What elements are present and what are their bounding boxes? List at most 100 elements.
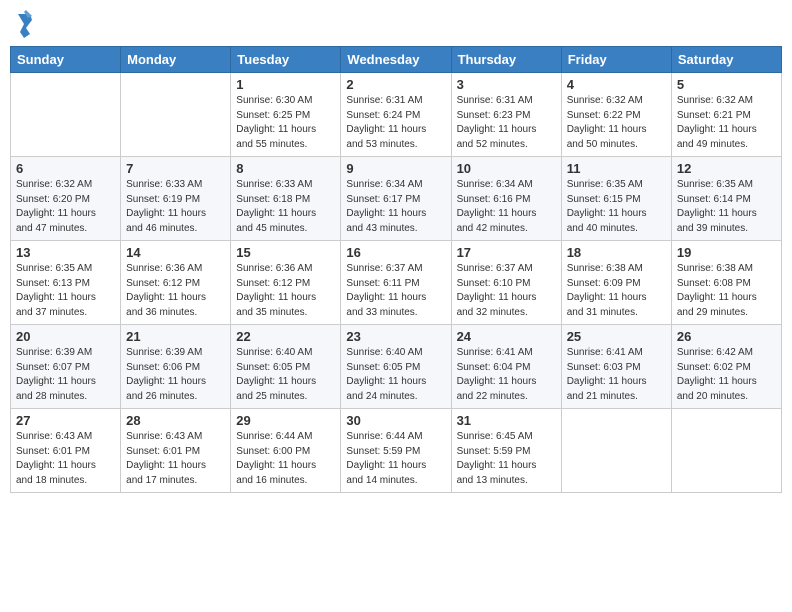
day-info: Sunrise: 6:33 AM Sunset: 6:18 PM Dayligh…: [236, 178, 335, 236]
day-info: Sunrise: 6:36 AM Sunset: 6:12 PM Dayligh…: [236, 262, 335, 320]
day-header-sunday: Sunday: [11, 47, 121, 73]
day-header-monday: Monday: [121, 47, 231, 73]
day-number: 26: [677, 329, 776, 344]
calendar-cell: 25 Sunrise: 6:41 AM Sunset: 6:03 PM Dayli…: [561, 325, 671, 409]
day-number: 24: [457, 329, 556, 344]
calendar-week-3: 13 Sunrise: 6:35 AM Sunset: 6:13 PM Dayli…: [11, 241, 782, 325]
day-number: 14: [126, 245, 225, 260]
day-info: Sunrise: 6:43 AM Sunset: 6:01 PM Dayligh…: [16, 430, 115, 488]
day-info: Sunrise: 6:37 AM Sunset: 6:11 PM Dayligh…: [346, 262, 445, 320]
calendar-header-row: SundayMondayTuesdayWednesdayThursdayFrid…: [11, 47, 782, 73]
calendar-cell: 23 Sunrise: 6:40 AM Sunset: 6:05 PM Dayli…: [341, 325, 451, 409]
day-info: Sunrise: 6:30 AM Sunset: 6:25 PM Dayligh…: [236, 94, 335, 152]
calendar-cell: 29Sunrise: 6:44 AM Sunset: 6:00 PM Dayli…: [231, 409, 341, 493]
day-info: Sunrise: 6:41 AM Sunset: 6:04 PM Dayligh…: [457, 346, 556, 404]
day-header-friday: Friday: [561, 47, 671, 73]
day-info: Sunrise: 6:39 AM Sunset: 6:06 PM Dayligh…: [126, 346, 225, 404]
day-number: 3: [457, 77, 556, 92]
day-info: Sunrise: 6:35 AM Sunset: 6:14 PM Dayligh…: [677, 178, 776, 236]
day-number: 21: [126, 329, 225, 344]
calendar-cell: 16 Sunrise: 6:37 AM Sunset: 6:11 PM Dayli…: [341, 241, 451, 325]
logo-icon: [16, 10, 34, 38]
day-number: 16: [346, 245, 445, 260]
calendar-week-4: 20 Sunrise: 6:39 AM Sunset: 6:07 PM Dayli…: [11, 325, 782, 409]
day-number: 6: [16, 161, 115, 176]
page-header: [10, 10, 782, 38]
calendar-cell: [561, 409, 671, 493]
day-info: Sunrise: 6:32 AM Sunset: 6:21 PM Dayligh…: [677, 94, 776, 152]
day-number: 5: [677, 77, 776, 92]
day-info: Sunrise: 6:44 AM Sunset: 5:59 PM Dayligh…: [346, 430, 445, 488]
day-info: Sunrise: 6:42 AM Sunset: 6:02 PM Dayligh…: [677, 346, 776, 404]
calendar-cell: 27 Sunrise: 6:43 AM Sunset: 6:01 PM Dayli…: [11, 409, 121, 493]
calendar-cell: 22 Sunrise: 6:40 AM Sunset: 6:05 PM Dayli…: [231, 325, 341, 409]
day-info: Sunrise: 6:40 AM Sunset: 6:05 PM Dayligh…: [236, 346, 335, 404]
calendar-cell: [121, 73, 231, 157]
day-number: 29: [236, 413, 335, 428]
calendar-cell: 5 Sunrise: 6:32 AM Sunset: 6:21 PM Daylig…: [671, 73, 781, 157]
calendar-cell: 14 Sunrise: 6:36 AM Sunset: 6:12 PM Dayli…: [121, 241, 231, 325]
day-number: 9: [346, 161, 445, 176]
calendar-cell: 17 Sunrise: 6:37 AM Sunset: 6:10 PM Dayli…: [451, 241, 561, 325]
calendar-week-1: 1 Sunrise: 6:30 AM Sunset: 6:25 PM Daylig…: [11, 73, 782, 157]
day-info: Sunrise: 6:35 AM Sunset: 6:13 PM Dayligh…: [16, 262, 115, 320]
day-info: Sunrise: 6:38 AM Sunset: 6:08 PM Dayligh…: [677, 262, 776, 320]
day-info: Sunrise: 6:41 AM Sunset: 6:03 PM Dayligh…: [567, 346, 666, 404]
calendar-cell: 12 Sunrise: 6:35 AM Sunset: 6:14 PM Dayli…: [671, 157, 781, 241]
calendar-cell: 3 Sunrise: 6:31 AM Sunset: 6:23 PM Daylig…: [451, 73, 561, 157]
day-number: 25: [567, 329, 666, 344]
day-number: 31: [457, 413, 556, 428]
day-number: 23: [346, 329, 445, 344]
day-info: Sunrise: 6:33 AM Sunset: 6:19 PM Dayligh…: [126, 178, 225, 236]
calendar-cell: 2Sunrise: 6:31 AM Sunset: 6:24 PM Daylig…: [341, 73, 451, 157]
day-number: 10: [457, 161, 556, 176]
day-info: Sunrise: 6:31 AM Sunset: 6:23 PM Dayligh…: [457, 94, 556, 152]
day-number: 27: [16, 413, 115, 428]
day-number: 2: [346, 77, 445, 92]
day-header-tuesday: Tuesday: [231, 47, 341, 73]
calendar-cell: 1 Sunrise: 6:30 AM Sunset: 6:25 PM Daylig…: [231, 73, 341, 157]
calendar-cell: 13 Sunrise: 6:35 AM Sunset: 6:13 PM Dayli…: [11, 241, 121, 325]
calendar-cell: 15 Sunrise: 6:36 AM Sunset: 6:12 PM Dayli…: [231, 241, 341, 325]
day-info: Sunrise: 6:39 AM Sunset: 6:07 PM Dayligh…: [16, 346, 115, 404]
calendar-cell: 31 Sunrise: 6:45 AM Sunset: 5:59 PM Dayli…: [451, 409, 561, 493]
calendar-cell: 30Sunrise: 6:44 AM Sunset: 5:59 PM Dayli…: [341, 409, 451, 493]
day-header-saturday: Saturday: [671, 47, 781, 73]
day-number: 28: [126, 413, 225, 428]
day-info: Sunrise: 6:35 AM Sunset: 6:15 PM Dayligh…: [567, 178, 666, 236]
calendar-cell: 18Sunrise: 6:38 AM Sunset: 6:09 PM Dayli…: [561, 241, 671, 325]
day-info: Sunrise: 6:37 AM Sunset: 6:10 PM Dayligh…: [457, 262, 556, 320]
day-number: 7: [126, 161, 225, 176]
calendar-cell: 21 Sunrise: 6:39 AM Sunset: 6:06 PM Dayli…: [121, 325, 231, 409]
calendar-table: SundayMondayTuesdayWednesdayThursdayFrid…: [10, 46, 782, 493]
day-number: 19: [677, 245, 776, 260]
day-number: 1: [236, 77, 335, 92]
calendar-cell: 8 Sunrise: 6:33 AM Sunset: 6:18 PM Daylig…: [231, 157, 341, 241]
day-info: Sunrise: 6:40 AM Sunset: 6:05 PM Dayligh…: [346, 346, 445, 404]
calendar-cell: [11, 73, 121, 157]
day-number: 18: [567, 245, 666, 260]
day-number: 11: [567, 161, 666, 176]
calendar-week-5: 27 Sunrise: 6:43 AM Sunset: 6:01 PM Dayli…: [11, 409, 782, 493]
day-number: 22: [236, 329, 335, 344]
day-info: Sunrise: 6:32 AM Sunset: 6:22 PM Dayligh…: [567, 94, 666, 152]
calendar-cell: 4Sunrise: 6:32 AM Sunset: 6:22 PM Daylig…: [561, 73, 671, 157]
day-info: Sunrise: 6:34 AM Sunset: 6:17 PM Dayligh…: [346, 178, 445, 236]
day-number: 20: [16, 329, 115, 344]
day-number: 8: [236, 161, 335, 176]
day-info: Sunrise: 6:36 AM Sunset: 6:12 PM Dayligh…: [126, 262, 225, 320]
calendar-cell: [671, 409, 781, 493]
calendar-cell: 19 Sunrise: 6:38 AM Sunset: 6:08 PM Dayli…: [671, 241, 781, 325]
calendar-cell: 10 Sunrise: 6:34 AM Sunset: 6:16 PM Dayli…: [451, 157, 561, 241]
day-number: 12: [677, 161, 776, 176]
calendar-cell: 11 Sunrise: 6:35 AM Sunset: 6:15 PM Dayli…: [561, 157, 671, 241]
day-number: 13: [16, 245, 115, 260]
day-info: Sunrise: 6:45 AM Sunset: 5:59 PM Dayligh…: [457, 430, 556, 488]
day-header-wednesday: Wednesday: [341, 47, 451, 73]
day-number: 15: [236, 245, 335, 260]
day-info: Sunrise: 6:34 AM Sunset: 6:16 PM Dayligh…: [457, 178, 556, 236]
calendar-cell: 26 Sunrise: 6:42 AM Sunset: 6:02 PM Dayli…: [671, 325, 781, 409]
day-number: 17: [457, 245, 556, 260]
calendar-cell: 7 Sunrise: 6:33 AM Sunset: 6:19 PM Daylig…: [121, 157, 231, 241]
calendar-cell: 28Sunrise: 6:43 AM Sunset: 6:01 PM Dayli…: [121, 409, 231, 493]
